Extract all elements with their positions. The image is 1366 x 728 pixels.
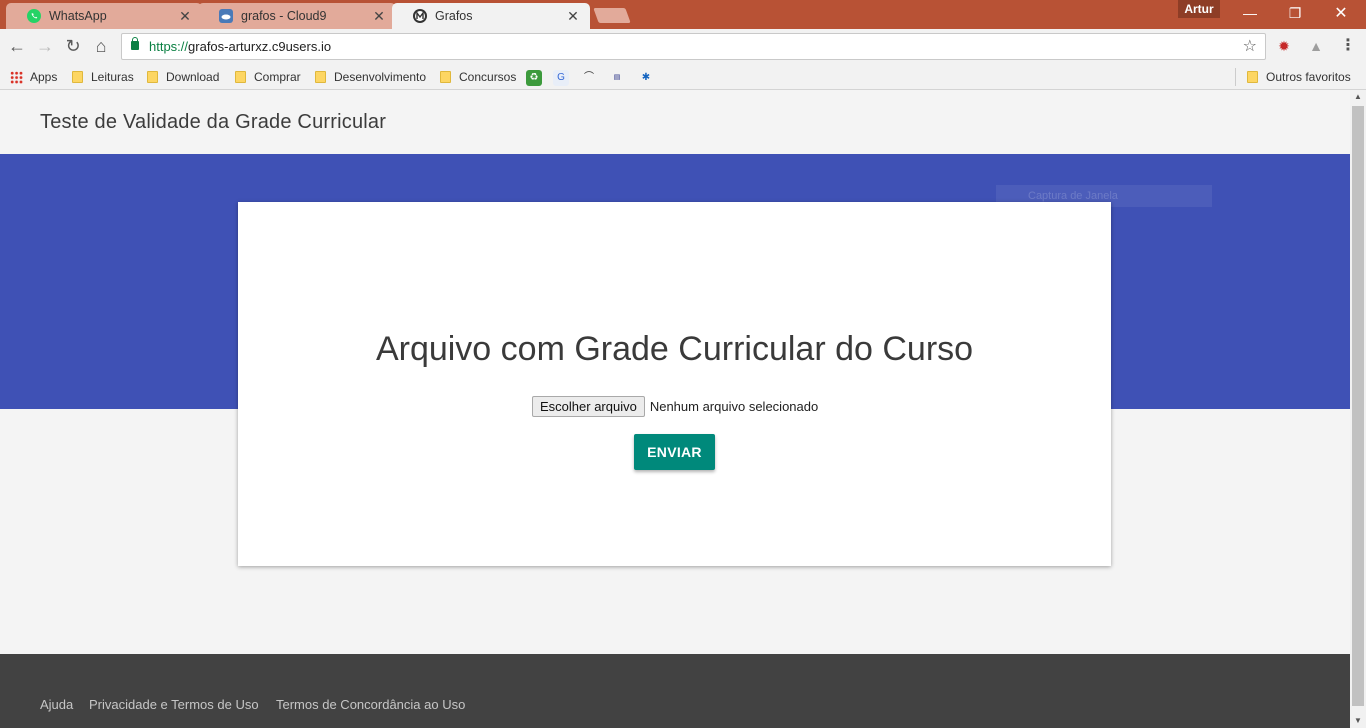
bookmark-star-icon[interactable]: ✱ — [638, 70, 654, 86]
page-header: Teste de Validade da Grade Curricular — [0, 90, 1350, 154]
minimize-icon[interactable]: — — [1227, 0, 1273, 29]
profile-button[interactable]: Artur — [1178, 0, 1220, 18]
bookmark-apps[interactable]: Apps — [10, 68, 57, 86]
bookmarks-bar: Apps Leituras Download Comprar Desenvolv… — [0, 64, 1366, 90]
bookmark-folder-concursos[interactable]: Concursos — [440, 68, 516, 86]
folder-icon — [147, 71, 158, 83]
submit-button[interactable]: ENVIAR — [634, 434, 715, 470]
tab-cloud9[interactable]: grafos - Cloud9 ✕ — [198, 3, 396, 29]
bookmark-folder-download[interactable]: Download — [147, 68, 219, 86]
file-status-text: Nenhum arquivo selecionado — [649, 399, 819, 414]
reload-icon[interactable]: ↻ — [61, 34, 85, 58]
url-host: grafos-arturxz.c9users.io — [188, 39, 332, 54]
card-title: Arquivo com Grade Curricular do Curso — [375, 330, 974, 368]
extension-icon[interactable]: ✹ — [1275, 37, 1293, 55]
vertical-scrollbar[interactable]: ▲ ▼ — [1350, 90, 1366, 728]
browser-toolbar: ← → ↻ ⌂ https://grafos-arturxz.c9users.i… — [0, 29, 1366, 64]
folder-icon — [72, 71, 83, 83]
file-input[interactable]: Escolher arquivo Nenhum arquivo selecion… — [532, 396, 818, 417]
bookmarks-separator — [1235, 68, 1236, 86]
home-icon[interactable]: ⌂ — [89, 34, 113, 58]
menu-dots-icon[interactable]: ⋮ — [1339, 37, 1357, 55]
bookmark-folder-leituras[interactable]: Leituras — [72, 68, 134, 86]
bookmark-arch-icon[interactable]: ⌒ — [581, 70, 597, 86]
bookmark-label: Comprar — [254, 70, 301, 84]
folder-icon — [235, 71, 246, 83]
whatsapp-icon — [27, 9, 41, 23]
close-icon[interactable]: ✕ — [372, 8, 386, 25]
lock-icon — [131, 37, 139, 50]
star-icon[interactable]: ☆ — [1243, 36, 1257, 56]
bookmark-other-favorites[interactable]: Outros favoritos — [1247, 68, 1351, 86]
tab-title: grafos - Cloud9 — [241, 9, 327, 23]
forward-arrow-icon[interactable]: → — [33, 34, 57, 58]
bookmark-label: Desenvolvimento — [334, 70, 427, 84]
upload-card: Arquivo com Grade Curricular do Curso Es… — [238, 202, 1111, 566]
close-icon[interactable]: ✕ — [566, 8, 580, 25]
bookmark-folder-comprar[interactable]: Comprar — [235, 68, 301, 86]
bookmark-label: Concursos — [459, 70, 517, 84]
folder-icon — [315, 71, 326, 83]
tab-title: Grafos — [435, 9, 473, 23]
bookmark-label: Apps — [30, 70, 58, 84]
window-close-icon[interactable]: ✕ — [1318, 0, 1364, 29]
new-tab-button[interactable] — [593, 8, 631, 23]
browser-titlebar: WhatsApp ✕ grafos - Cloud9 ✕ Grafos ✕ Ar… — [0, 0, 1366, 29]
tab-grafos[interactable]: Grafos ✕ — [392, 3, 590, 29]
bookmark-label: Download — [166, 70, 220, 84]
folder-icon — [1247, 71, 1258, 83]
drive-icon[interactable]: ▲ — [1307, 37, 1325, 55]
scroll-thumb[interactable] — [1352, 106, 1364, 706]
bookmark-label: Outros favoritos — [1266, 70, 1351, 84]
tab-title: WhatsApp — [49, 9, 107, 23]
close-icon[interactable]: ✕ — [178, 8, 192, 25]
choose-file-button[interactable]: Escolher arquivo — [532, 396, 645, 417]
bookmark-folder-desenvolvimento[interactable]: Desenvolvimento — [315, 68, 426, 86]
footer-link-privacy[interactable]: Privacidade e Termos de Uso — [89, 697, 259, 712]
grafos-icon — [413, 9, 427, 23]
scroll-up-icon[interactable]: ▲ — [1350, 92, 1366, 104]
scroll-down-icon[interactable]: ▼ — [1350, 716, 1366, 728]
tab-whatsapp[interactable]: WhatsApp ✕ — [6, 3, 202, 29]
url-scheme: https:// — [149, 39, 189, 54]
page-footer: Ajuda Privacidade e Termos de Uso Termos… — [0, 654, 1350, 728]
bookmark-recycle-icon[interactable]: ♻ — [526, 70, 542, 86]
footer-link-terms[interactable]: Termos de Concordância ao Uso — [276, 697, 465, 712]
back-arrow-icon[interactable]: ← — [5, 34, 29, 58]
bookmark-translate-icon[interactable]: G — [553, 70, 569, 86]
bookmark-siatt-icon[interactable]: ▤ — [609, 70, 625, 86]
url-text[interactable]: https://grafos-arturxz.c9users.io — [149, 39, 331, 54]
restore-icon[interactable]: ❐ — [1272, 0, 1318, 29]
folder-icon — [440, 71, 451, 83]
cloud9-icon — [219, 9, 233, 23]
apps-grid-icon — [10, 70, 23, 84]
address-bar[interactable]: https://grafos-arturxz.c9users.io ☆ — [121, 33, 1266, 60]
bookmark-label: Leituras — [91, 70, 134, 84]
page-title: Teste de Validade da Grade Curricular — [40, 111, 387, 133]
footer-link-help[interactable]: Ajuda — [40, 697, 73, 712]
